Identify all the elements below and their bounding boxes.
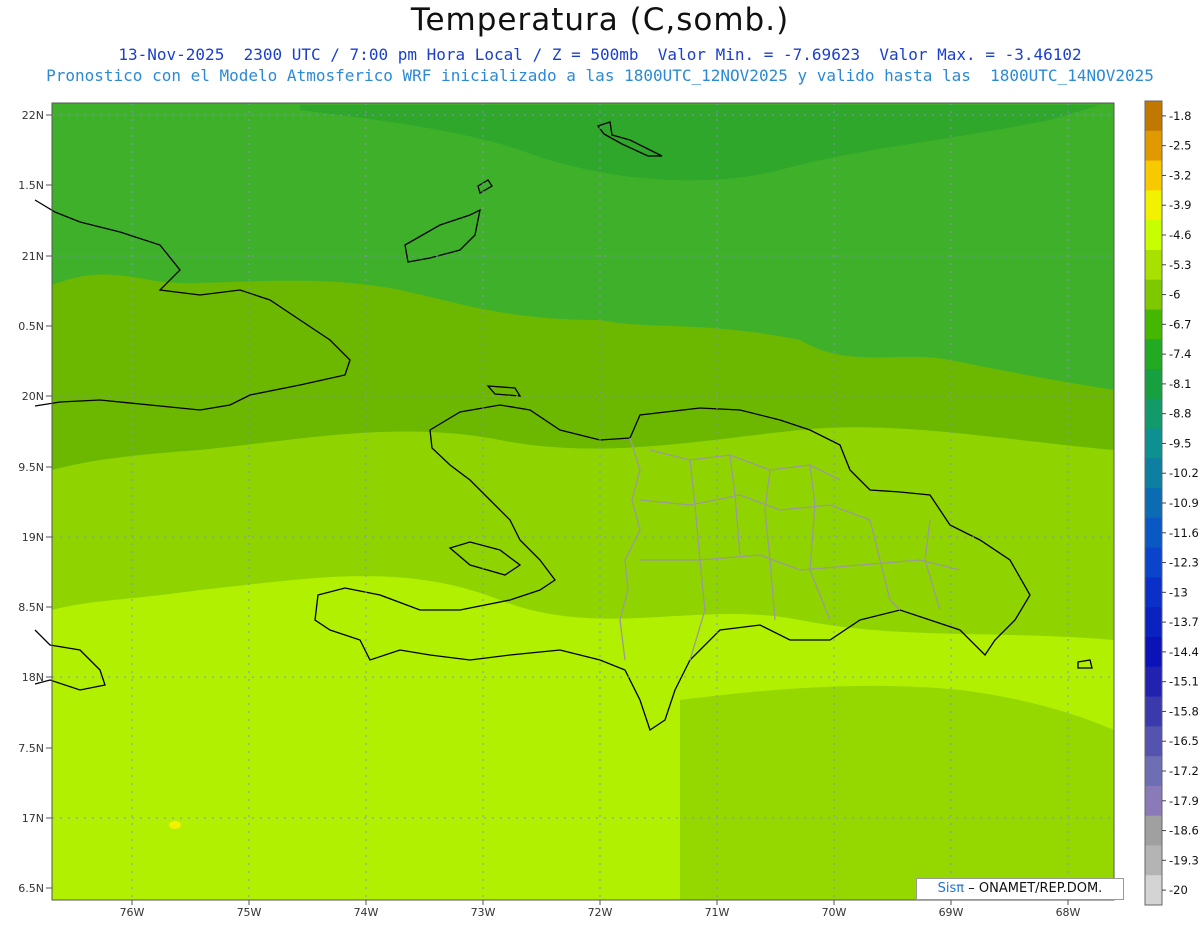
colorbar-label: -5.3 bbox=[1169, 258, 1191, 272]
colorbar-swatch bbox=[1145, 339, 1162, 370]
colorbar-label: -4.6 bbox=[1169, 228, 1191, 242]
lon-label: 76W bbox=[120, 906, 145, 919]
colorbar-label: -6.7 bbox=[1169, 317, 1191, 331]
lat-label: 20N bbox=[22, 390, 44, 403]
lon-label: 73W bbox=[471, 906, 496, 919]
lon-label: 72W bbox=[588, 906, 613, 919]
colorbar-swatch bbox=[1145, 517, 1162, 549]
colorbar-label: -7.4 bbox=[1169, 347, 1191, 361]
colorbar-label: -15.8 bbox=[1169, 704, 1199, 718]
lon-label: 68W bbox=[1056, 906, 1081, 919]
lon-label: 69W bbox=[939, 906, 964, 919]
colorbar-label: -19.3 bbox=[1169, 853, 1199, 867]
colorbar-label: -10.2 bbox=[1169, 466, 1199, 480]
colorbar-swatch bbox=[1145, 607, 1162, 638]
colorbar-swatch bbox=[1145, 130, 1162, 162]
colorbar-swatch bbox=[1145, 428, 1162, 459]
colorbar-swatch bbox=[1145, 845, 1162, 876]
colorbar-swatch bbox=[1145, 369, 1162, 400]
colorbar-swatch bbox=[1145, 696, 1162, 727]
colorbar-label: -17.9 bbox=[1169, 794, 1199, 808]
colorbar-label: -1.8 bbox=[1169, 109, 1191, 123]
lat-label: 17N bbox=[22, 812, 44, 825]
colorbar-swatch bbox=[1145, 249, 1162, 281]
colorbar-swatch bbox=[1145, 547, 1162, 578]
colorbar-swatch bbox=[1145, 875, 1162, 906]
colorbar-label: -15.1 bbox=[1169, 675, 1199, 689]
colorbar-label: -3.2 bbox=[1169, 168, 1191, 182]
colorbar-label: -13.7 bbox=[1169, 615, 1199, 629]
colorbar-label: -16.5 bbox=[1169, 734, 1199, 748]
colorbar-label: -6 bbox=[1169, 288, 1180, 302]
lat-label: 18N bbox=[22, 671, 44, 684]
colorbar-swatch bbox=[1145, 666, 1162, 698]
colorbar-swatch bbox=[1145, 637, 1162, 668]
colorbar-label: -9.5 bbox=[1169, 436, 1191, 450]
lon-axis: 76W 75W 74W 73W 72W 71W 70W 69W 68W bbox=[120, 900, 1081, 919]
colorbar-label: -12.3 bbox=[1169, 556, 1199, 570]
lon-label: 70W bbox=[822, 906, 847, 919]
colorbar-swatch bbox=[1145, 785, 1162, 817]
lon-label: 71W bbox=[705, 906, 730, 919]
colorbar-swatch bbox=[1145, 309, 1162, 340]
colorbar-swatch bbox=[1145, 279, 1162, 310]
colorbar-swatch bbox=[1145, 815, 1162, 846]
southeast-olive-patch bbox=[680, 685, 1114, 900]
warm-spot bbox=[169, 821, 181, 829]
colorbar-swatch bbox=[1145, 458, 1162, 489]
temperature-field bbox=[52, 103, 1114, 900]
colorbar-label: -17.2 bbox=[1169, 764, 1199, 778]
colorbar-label: -14.4 bbox=[1169, 645, 1199, 659]
colorbar-label: -8.8 bbox=[1169, 407, 1191, 421]
credit-text: – ONAMET/REP.DOM. bbox=[968, 881, 1103, 896]
colorbar-label: -11.6 bbox=[1169, 526, 1199, 540]
colorbar-swatch bbox=[1145, 577, 1162, 608]
colorbar-swatch bbox=[1145, 756, 1162, 787]
colorbar-swatch bbox=[1145, 488, 1162, 519]
colorbar-label: -10.9 bbox=[1169, 496, 1199, 510]
lat-label: 9.5N bbox=[18, 461, 44, 474]
lat-label: 6.5N bbox=[18, 882, 44, 895]
colorbar-swatch bbox=[1145, 160, 1162, 191]
lat-label: 21N bbox=[22, 250, 44, 263]
colorbar-label: -2.5 bbox=[1169, 139, 1191, 153]
colorbar-swatch bbox=[1145, 726, 1162, 757]
colorbar-label: -3.9 bbox=[1169, 198, 1191, 212]
lat-label: 7.5N bbox=[18, 742, 44, 755]
map-figure: 22N 1.5N 21N 0.5N 20N 9.5N 19N 8.5N 18N … bbox=[18, 100, 1199, 919]
lat-label: 1.5N bbox=[18, 179, 44, 192]
colorbar-label: -8.1 bbox=[1169, 377, 1191, 391]
lat-axis: 22N 1.5N 21N 0.5N 20N 9.5N 19N 8.5N 18N … bbox=[18, 109, 52, 895]
credit-box: Sisπ – ONAMET/REP.DOM. bbox=[916, 878, 1124, 900]
colorbar-label: -20 bbox=[1169, 883, 1188, 897]
lat-label: 19N bbox=[22, 531, 44, 544]
colorbar: -1.8 -2.5 -3.2 -3.9 -4.6 -5.3 -6 -6.7 -7.4 -8.1 -8… bbox=[1144, 100, 1199, 906]
colorbar-swatch bbox=[1145, 398, 1162, 430]
colorbar-label: -18.6 bbox=[1169, 824, 1199, 838]
sispi-logo-text: Sisπ bbox=[937, 881, 965, 896]
colorbar-swatch bbox=[1145, 190, 1162, 221]
colorbar-swatch bbox=[1145, 101, 1162, 132]
lon-label: 74W bbox=[354, 906, 379, 919]
lat-label: 22N bbox=[22, 109, 44, 122]
colorbar-swatch bbox=[1145, 220, 1162, 251]
lat-label: 0.5N bbox=[18, 320, 44, 333]
lat-label: 8.5N bbox=[18, 601, 44, 614]
lon-label: 75W bbox=[237, 906, 262, 919]
colorbar-label: -13 bbox=[1169, 585, 1188, 599]
